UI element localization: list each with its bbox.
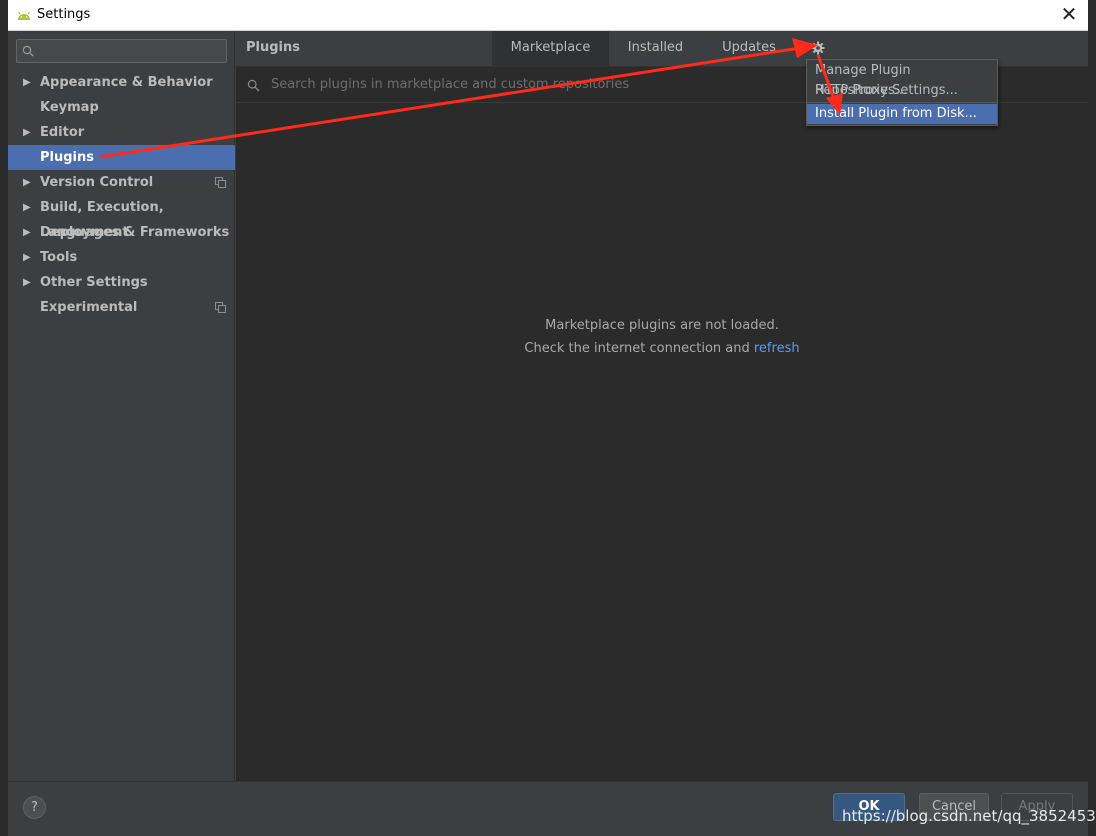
sidebar-item-experimental[interactable]: Experimental — [8, 295, 235, 320]
tab-updates[interactable]: Updates — [702, 31, 796, 67]
settings-tree: ▶ Appearance & Behavior Keymap ▶ Editor Plugi… — [8, 70, 235, 320]
sidebar-item-keymap[interactable]: Keymap — [8, 95, 235, 120]
sidebar-item-editor[interactable]: ▶ Editor — [8, 120, 235, 145]
search-icon — [22, 45, 34, 57]
background-editor-strip-right — [1088, 0, 1096, 836]
expand-arrow-icon[interactable]: ▶ — [23, 195, 31, 220]
expand-arrow-icon[interactable]: ▶ — [23, 120, 31, 145]
expand-arrow-icon[interactable]: ▶ — [23, 270, 31, 295]
menu-item-manage-repositories[interactable]: Manage Plugin Repositories... — [807, 61, 997, 98]
expand-arrow-icon[interactable]: ▶ — [23, 70, 31, 95]
sidebar-item-label: Other Settings — [40, 275, 148, 290]
sidebar-item-plugins[interactable]: Plugins — [8, 145, 235, 170]
android-icon — [18, 11, 30, 20]
gear-dropdown-menu: Manage Plugin Repositories... HTTP Proxy… — [806, 59, 998, 126]
sidebar-item-label: Version Control — [40, 175, 154, 190]
page-title: Plugins — [246, 40, 300, 55]
copy-icon — [215, 302, 226, 313]
sidebar-item-label: Plugins — [40, 150, 94, 165]
sidebar-item-languages-frameworks[interactable]: ▶ Languages & Frameworks — [8, 220, 235, 245]
sidebar-item-appearance-behavior[interactable]: ▶ Appearance & Behavior — [8, 70, 235, 95]
background-editor-strip-left — [0, 0, 8, 836]
empty-state-hint-text: Check the internet connection and — [524, 341, 754, 356]
sidebar-item-tools[interactable]: ▶ Tools — [8, 245, 235, 270]
help-button[interactable]: ? — [23, 796, 46, 819]
empty-state-message: Marketplace plugins are not loaded. — [545, 318, 779, 333]
sidebar-item-label: Tools — [40, 250, 78, 265]
empty-state-hint: Check the internet connection and refres… — [236, 341, 1088, 356]
window-title: Settings — [37, 7, 91, 22]
title-bar: Settings ✕ — [8, 0, 1088, 31]
close-button[interactable]: ✕ — [1056, 2, 1082, 28]
refresh-link[interactable]: refresh — [754, 341, 800, 356]
sidebar-item-label: Experimental — [40, 300, 138, 315]
plugins-panel: Plugins Marketplace Installed Updates Se… — [236, 31, 1088, 781]
watermark-text: https://blog.csdn.net/qq_38524537 — [842, 807, 1096, 825]
copy-icon — [215, 177, 226, 188]
expand-arrow-icon[interactable]: ▶ — [23, 170, 31, 195]
gear-icon[interactable] — [811, 41, 825, 55]
search-placeholder: Search plugins in marketplace and custom… — [271, 77, 630, 92]
tab-installed[interactable]: Installed — [609, 31, 702, 67]
sidebar-search-input[interactable] — [16, 39, 227, 63]
menu-item-http-proxy[interactable]: HTTP Proxy Settings... — [807, 81, 997, 101]
menu-separator — [807, 102, 997, 103]
settings-dialog: Settings ✕ ▶ Appearance & Behavior Keymap ▶… — [8, 0, 1088, 836]
sidebar-item-version-control[interactable]: ▶ Version Control — [8, 170, 235, 195]
menu-item-install-from-disk[interactable]: Install Plugin from Disk... — [807, 104, 997, 124]
sidebar-item-label: Languages & Frameworks — [40, 225, 230, 240]
expand-arrow-icon[interactable]: ▶ — [23, 245, 31, 270]
sidebar-item-other-settings[interactable]: ▶ Other Settings — [8, 270, 235, 295]
sidebar-item-label: Appearance & Behavior — [40, 75, 213, 90]
expand-arrow-icon[interactable]: ▶ — [23, 220, 31, 245]
sidebar-item-label: Keymap — [40, 100, 99, 115]
settings-sidebar: ▶ Appearance & Behavior Keymap ▶ Editor Plugi… — [8, 31, 235, 781]
search-icon — [247, 79, 260, 92]
tab-marketplace[interactable]: Marketplace — [492, 31, 609, 67]
sidebar-item-build-execution-deployment[interactable]: ▶ Build, Execution, Deployment — [8, 195, 235, 240]
sidebar-item-label: Editor — [40, 125, 85, 140]
